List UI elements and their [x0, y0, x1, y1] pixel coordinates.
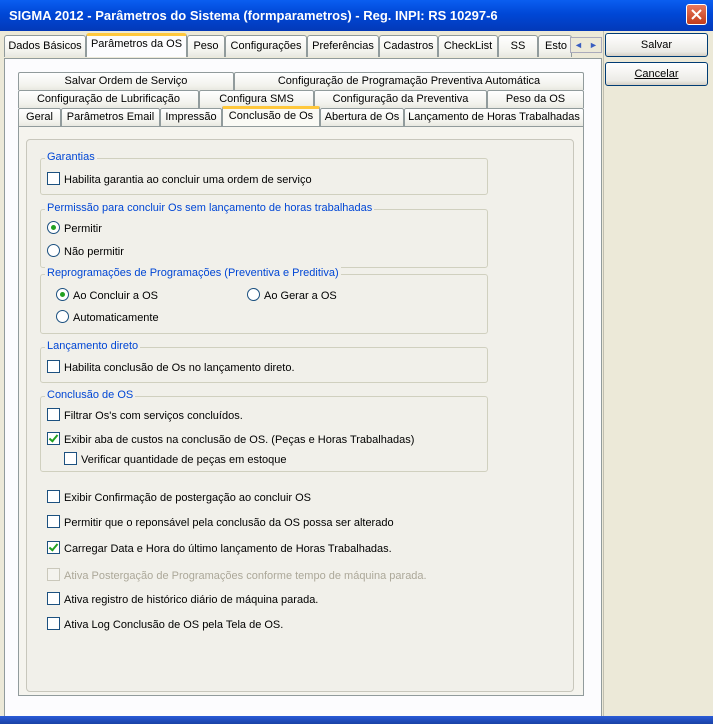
subtab-configuracao-lubrificacao[interactable]: Configuração de Lubrificação — [18, 90, 199, 108]
tab-preferencias[interactable]: Preferências — [307, 35, 379, 57]
tab-dados-basicos[interactable]: Dados Básicos — [4, 35, 86, 57]
checkbox-label: Filtrar Os's com serviços concluídos. — [64, 410, 243, 422]
checkbox-label: Ativa Postergação de Programações confor… — [64, 570, 427, 582]
group-conclusao-label: Conclusão de OS — [45, 389, 136, 401]
checkbox-box — [47, 568, 60, 581]
taskbar — [0, 716, 713, 724]
checkbox-label: Exibir Confirmação de postergação ao con… — [64, 492, 312, 504]
tab-scroll-control: ◄ ► — [570, 37, 602, 53]
subtab-salvar-ordem-de-servico[interactable]: Salvar Ordem de Serviço — [18, 72, 234, 90]
radio-permitir[interactable]: Permitir — [47, 221, 102, 235]
checkbox-ativa-log-conclusao[interactable]: Ativa Log Conclusão de OS pela Tela de O… — [47, 617, 283, 631]
checkbox-label: Habilita garantia ao concluir uma ordem … — [64, 174, 312, 186]
checkbox-permitir-alterar-responsavel[interactable]: Permitir que o reponsável pela conclusão… — [47, 515, 394, 529]
radio-label: Ao Gerar a OS — [264, 290, 337, 302]
checkbox-filtrar-os[interactable]: Filtrar Os's com serviços concluídos. — [47, 408, 243, 422]
checkbox-box[interactable] — [47, 541, 60, 554]
checkbox-box[interactable] — [47, 432, 60, 445]
radio-label: Automaticamente — [73, 312, 159, 324]
subtab-geral[interactable]: Geral — [18, 108, 61, 126]
save-button[interactable]: Salvar — [605, 33, 708, 57]
checkbox-label: Permitir que o reponsável pela conclusão… — [64, 517, 394, 529]
subtab-conclusao-de-os[interactable]: Conclusão de Os — [222, 106, 320, 126]
tab-peso[interactable]: Peso — [187, 35, 225, 57]
checkbox-box[interactable] — [47, 490, 60, 503]
checkbox-box[interactable] — [47, 592, 60, 605]
checkbox-label: Ativa Log Conclusão de OS pela Tela de O… — [64, 619, 284, 631]
radio-button[interactable] — [56, 288, 69, 301]
checkbox-ativa-postergacao-disabled: Ativa Postergação de Programações confor… — [47, 568, 427, 582]
checkbox-carregar-data-hora[interactable]: Carregar Data e Hora do último lançament… — [47, 541, 392, 555]
group-permissao: Permissão para concluir Os sem lançament… — [40, 202, 488, 268]
radio-button[interactable] — [47, 221, 60, 234]
radio-label: Não permitir — [64, 246, 124, 258]
group-reprogramacoes-label: Reprogramações de Programações (Preventi… — [45, 267, 341, 279]
radio-ao-concluir-a-os[interactable]: Ao Concluir a OS — [56, 288, 158, 302]
tab-checklist[interactable]: CheckList — [438, 35, 498, 57]
window-title: SIGMA 2012 - Parâmetros do Sistema (form… — [9, 8, 498, 23]
radio-button[interactable] — [56, 310, 69, 323]
checkbox-box[interactable] — [47, 515, 60, 528]
checkbox-verificar-quantidade-pecas[interactable]: Verificar quantidade de peças em estoque — [64, 452, 286, 466]
tab-configuracoes[interactable]: Configurações — [225, 35, 307, 57]
group-garantias-label: Garantias — [45, 151, 97, 163]
checkbox-box[interactable] — [47, 172, 60, 185]
right-divider — [603, 31, 604, 724]
checkbox-label: Ativa registro de histórico diário de má… — [64, 594, 319, 606]
subtab-parametros-email[interactable]: Parâmetros Email — [61, 108, 160, 126]
checkbox-exibir-confirmacao-postergacao[interactable]: Exibir Confirmação de postergação ao con… — [47, 490, 311, 504]
tab-parametros-da-os[interactable]: Parâmetros da OS — [86, 33, 187, 57]
subtab-lancamento-horas-trabalhadas[interactable]: Lançamento de Horas Trabalhadas — [404, 108, 584, 126]
window-body: Dados Básicos Parâmetros da OS Peso Conf… — [0, 31, 713, 724]
checkbox-label: Habilita conclusão de Os no lançamento d… — [64, 362, 295, 374]
checkbox-box[interactable] — [64, 452, 77, 465]
checkbox-box[interactable] — [47, 408, 60, 421]
checkbox-exibir-aba-custos[interactable]: Exibir aba de custos na conclusão de OS.… — [47, 432, 414, 446]
tab-estoque[interactable]: Esto — [538, 35, 572, 57]
checkbox-box[interactable] — [47, 360, 60, 373]
subtab-configuracao-preventiva[interactable]: Configuração da Preventiva — [314, 90, 487, 108]
close-button[interactable] — [686, 4, 707, 25]
radio-nao-permitir[interactable]: Não permitir — [47, 244, 124, 258]
scroll-left-icon[interactable]: ◄ — [571, 38, 586, 52]
tab-ss[interactable]: SS — [498, 35, 538, 57]
subtab-configuracao-programacao-preventiva[interactable]: Configuração de Programação Preventiva A… — [234, 72, 584, 90]
close-icon — [691, 9, 702, 20]
subtab-peso-da-os[interactable]: Peso da OS — [487, 90, 584, 108]
cancel-button[interactable]: Cancelar — [605, 62, 708, 86]
subtab-impressao[interactable]: Impressão — [160, 108, 222, 126]
checkbox-label: Carregar Data e Hora do último lançament… — [64, 543, 392, 555]
checkbox-label: Verificar quantidade de peças em estoque — [81, 454, 287, 466]
title-bar: SIGMA 2012 - Parâmetros do Sistema (form… — [0, 0, 713, 31]
radio-label: Permitir — [64, 223, 102, 235]
checkbox-ativa-registro-historico[interactable]: Ativa registro de histórico diário de má… — [47, 592, 318, 606]
subtab-abertura-de-os[interactable]: Abertura de Os — [320, 108, 404, 126]
cancel-button-label: Cancelar — [634, 68, 679, 80]
checkbox-habilita-conclusao-lancamento[interactable]: Habilita conclusão de Os no lançamento d… — [47, 360, 295, 374]
radio-label: Ao Concluir a OS — [73, 290, 158, 302]
group-reprogramacoes: Reprogramações de Programações (Preventi… — [40, 267, 488, 334]
checkbox-box[interactable] — [47, 617, 60, 630]
tab-cadastros[interactable]: Cadastros — [379, 35, 438, 57]
checkbox-label: Exibir aba de custos na conclusão de OS.… — [64, 434, 415, 446]
scroll-right-icon[interactable]: ► — [586, 38, 601, 52]
radio-button[interactable] — [247, 288, 260, 301]
radio-button[interactable] — [47, 244, 60, 257]
checkbox-habilita-garantia[interactable]: Habilita garantia ao concluir uma ordem … — [47, 172, 312, 186]
radio-automaticamente[interactable]: Automaticamente — [56, 310, 159, 324]
group-permissao-label: Permissão para concluir Os sem lançament… — [45, 202, 375, 214]
radio-ao-gerar-a-os[interactable]: Ao Gerar a OS — [247, 288, 337, 302]
group-lancamento-label: Lançamento direto — [45, 340, 141, 352]
